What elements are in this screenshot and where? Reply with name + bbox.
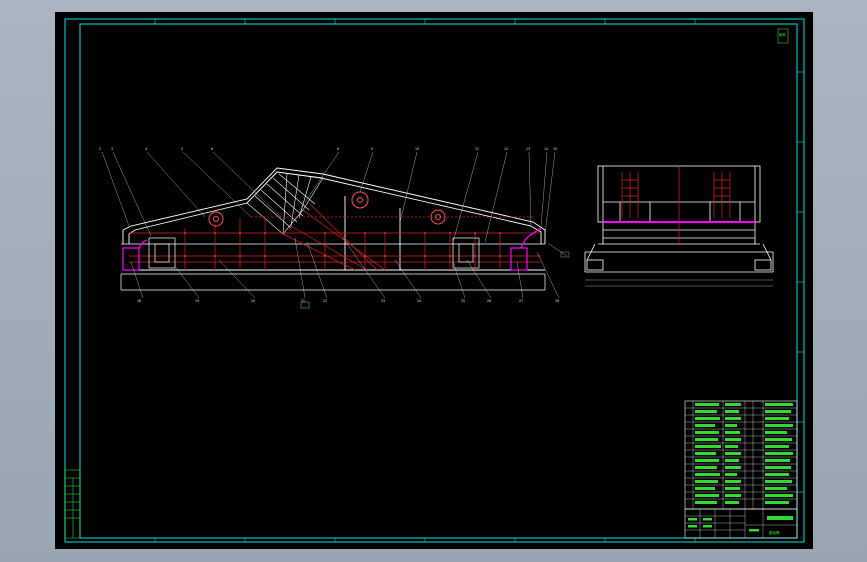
right-dimension bbox=[548, 243, 570, 258]
callout-22: 22 bbox=[323, 299, 327, 303]
callout-12: 12 bbox=[504, 147, 508, 151]
bottom-callouts: 18 19 20 21 22 23 24 25 26 27 28 bbox=[137, 299, 559, 303]
callout-23: 23 bbox=[381, 299, 385, 303]
callout-8: 8 bbox=[337, 147, 339, 151]
cad-viewport[interactable]: 部件 2 3 4 5 6 8 9 10 11 12 13 14 15 18 19… bbox=[0, 0, 867, 562]
spring-supports bbox=[122, 227, 542, 271]
screen-body-outline bbox=[122, 167, 546, 271]
end-view[interactable] bbox=[584, 165, 774, 287]
corner-stamp: 部件 bbox=[777, 28, 789, 44]
callout-4: 4 bbox=[145, 147, 147, 151]
callout-24: 24 bbox=[417, 299, 421, 303]
callout-5: 5 bbox=[181, 147, 183, 151]
callout-11: 11 bbox=[475, 147, 479, 151]
callout-20: 20 bbox=[251, 299, 255, 303]
title-block[interactable]: 振动筛 bbox=[684, 508, 798, 539]
callout-18: 18 bbox=[137, 299, 141, 303]
callout-19: 19 bbox=[195, 299, 199, 303]
callout-2: 2 bbox=[99, 147, 101, 151]
callout-15: 15 bbox=[553, 147, 557, 151]
title-block-grid bbox=[685, 509, 797, 538]
end-view-members bbox=[621, 166, 731, 244]
callout-28: 28 bbox=[555, 299, 559, 303]
callout-6: 6 bbox=[211, 147, 213, 151]
top-callouts: 2 3 4 5 6 8 9 10 11 12 13 14 15 bbox=[99, 147, 557, 151]
callout-13: 13 bbox=[526, 147, 530, 151]
title-block-label: 振动筛 bbox=[769, 530, 780, 535]
callout-10: 10 bbox=[415, 147, 419, 151]
border-zone-ticks bbox=[154, 19, 804, 542]
stamp-text: 部件 bbox=[779, 32, 787, 37]
callout-21: 21 bbox=[301, 299, 305, 303]
callout-3: 3 bbox=[111, 147, 113, 151]
callout-27: 27 bbox=[519, 299, 523, 303]
feed-hopper bbox=[246, 171, 324, 235]
callout-9: 9 bbox=[371, 147, 373, 151]
callout-26: 26 bbox=[487, 299, 491, 303]
drawing-svg: 部件 2 3 4 5 6 8 9 10 11 12 13 14 15 18 19… bbox=[64, 18, 805, 543]
side-elevation-view[interactable]: 2 3 4 5 6 8 9 10 11 12 13 14 15 18 19 20… bbox=[99, 147, 570, 309]
callout-25: 25 bbox=[461, 299, 465, 303]
parts-list[interactable] bbox=[684, 400, 798, 510]
mounting-boxes bbox=[148, 237, 480, 269]
revision-block bbox=[64, 469, 81, 539]
drawing-canvas[interactable]: 部件 2 3 4 5 6 8 9 10 11 12 13 14 15 18 19… bbox=[55, 12, 813, 549]
callout-14: 14 bbox=[544, 147, 548, 151]
parts-list-text bbox=[695, 403, 793, 504]
end-view-dimensions bbox=[585, 279, 773, 287]
title-block-text bbox=[688, 516, 793, 532]
